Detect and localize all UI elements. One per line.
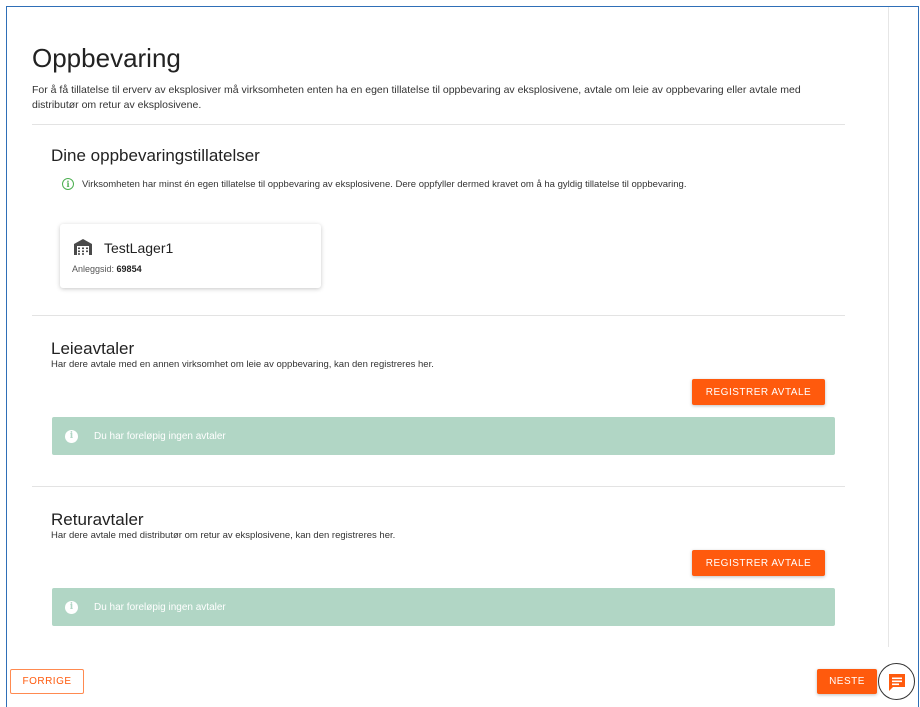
register-return-button[interactable]: REGISTRER AVTALE	[692, 550, 825, 576]
permits-title: Dine oppbevaringstillatelser	[51, 146, 260, 165]
returns-title: Returavtaler	[51, 510, 144, 529]
right-divider	[888, 7, 889, 647]
lease-title: Leieavtaler	[51, 339, 135, 358]
next-button[interactable]: NESTE	[817, 669, 877, 694]
returns-empty-notice: i Du har foreløpig ingen avtaler	[52, 588, 835, 626]
info-icon: i	[65, 600, 78, 614]
divider	[32, 486, 845, 487]
previous-button[interactable]: FORRIGE	[10, 669, 84, 694]
info-icon: i	[65, 429, 78, 443]
lease-empty-notice: i Du har foreløpig ingen avtaler	[52, 417, 835, 455]
page-intro: For å få tillatelse til erverv av eksplo…	[32, 84, 801, 111]
lease-empty-text: Du har foreløpig ingen avtaler	[94, 430, 226, 442]
register-lease-button[interactable]: REGISTRER AVTALE	[692, 379, 825, 405]
permit-id-label: Anleggsid:	[72, 264, 115, 274]
lease-subtitle: Har dere avtale med en annen virksomhet …	[51, 359, 434, 370]
divider	[32, 315, 845, 316]
page-title: Oppbevaring	[32, 43, 181, 73]
permit-name: TestLager1	[104, 240, 174, 256]
chat-button[interactable]	[878, 663, 915, 700]
permit-id-value: 69854	[116, 264, 142, 274]
returns-empty-text: Du har foreløpig ingen avtaler	[94, 601, 226, 613]
divider	[32, 124, 845, 125]
info-icon: i	[62, 178, 74, 190]
warehouse-icon	[74, 239, 92, 255]
chat-icon	[888, 673, 905, 691]
permit-id: Anleggsid: 69854	[72, 264, 142, 274]
permits-info-text: Virksomheten har minst én egen tillatels…	[82, 178, 687, 190]
returns-subtitle: Har dere avtale med distributør om retur…	[51, 530, 396, 541]
permits-info: i Virksomheten har minst én egen tillate…	[62, 178, 686, 190]
permit-card[interactable]: TestLager1 Anleggsid: 69854	[60, 224, 321, 288]
